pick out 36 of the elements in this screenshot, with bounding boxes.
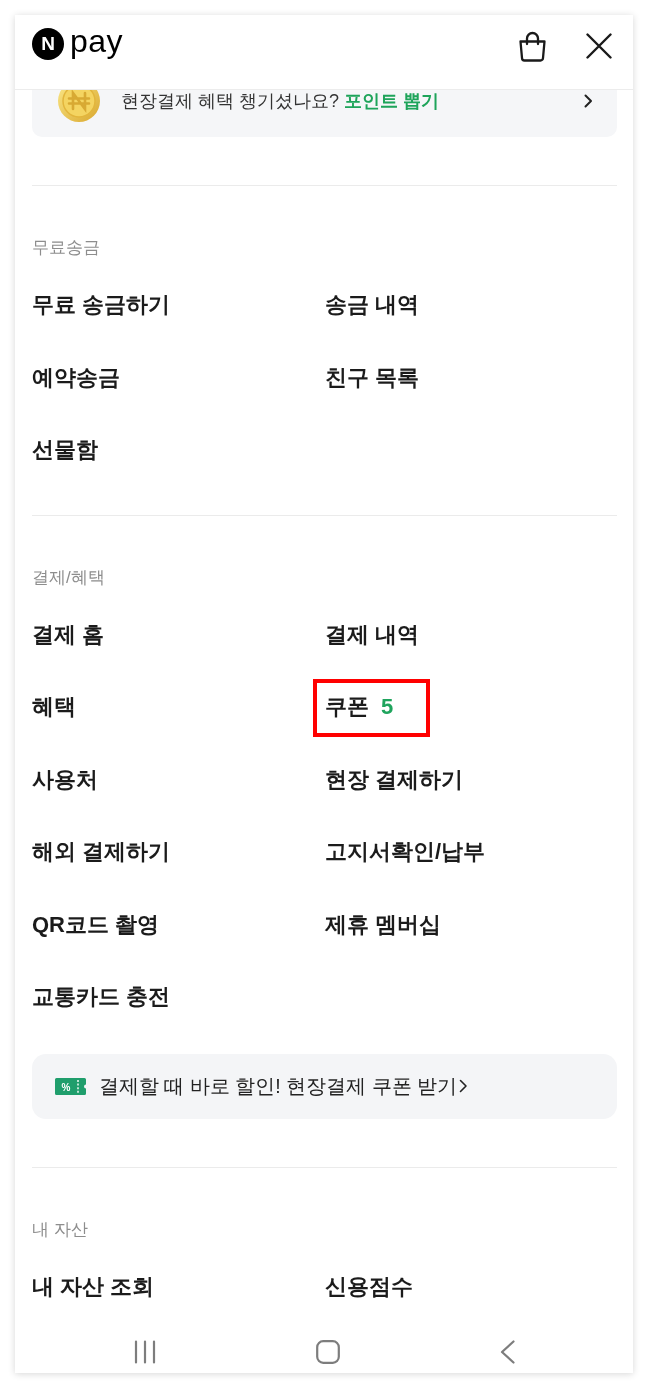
recent-apps-icon[interactable] — [133, 1340, 156, 1364]
menu-item[interactable]: QR코드 촬영 — [32, 910, 160, 939]
menu-item[interactable]: 고지서확인/납부 — [325, 838, 486, 867]
banner-text: 현장결제 혜택 챙기셨나요? 포인트 뽑기 — [121, 90, 441, 112]
menu-item[interactable]: 친구 목록 — [325, 363, 420, 392]
menu-item[interactable]: 사용처 — [32, 765, 98, 794]
menu-item[interactable]: 결제 홈 — [32, 620, 105, 649]
section-title: 무료송금 — [32, 237, 101, 259]
menu-item[interactable]: 교통카드 충전 — [32, 983, 171, 1012]
menu-item[interactable]: 현장 결제하기 — [325, 765, 464, 794]
menu-item[interactable]: 해외 결제하기 — [32, 838, 171, 867]
menu-item[interactable]: 예약송금 — [32, 363, 120, 392]
brand-logo: N pay — [32, 28, 124, 60]
menu-item[interactable]: 혜택 — [32, 693, 76, 722]
promo-text: 결제할 때 바로 할인! 현장결제 쿠폰 받기 — [99, 1074, 457, 1099]
shopping-bag-icon[interactable] — [517, 30, 548, 62]
home-icon[interactable] — [315, 1340, 340, 1364]
section-title: 내 자산 — [32, 1218, 89, 1241]
coupon-promo[interactable]: % 결제할 때 바로 할인! 현장결제 쿠폰 받기 — [32, 1053, 617, 1119]
back-icon[interactable] — [499, 1340, 515, 1364]
menu-item[interactable]: 무료 송금하기 — [32, 291, 171, 320]
coupon-ticket-icon: % — [55, 1077, 86, 1095]
menu-item[interactable]: 선물함 — [32, 436, 98, 465]
promo-banner[interactable]: 현장결제 혜택 챙기셨나요? 포인트 뽑기 — [32, 90, 617, 137]
close-icon[interactable] — [586, 33, 612, 59]
menu-item[interactable]: 내 자산 조회 — [32, 1272, 155, 1301]
menu-item[interactable]: 신용점수 — [325, 1272, 413, 1301]
menu-item[interactable]: 쿠폰 5 — [325, 693, 394, 722]
menu-item[interactable]: 결제 내역 — [325, 620, 420, 649]
chevron-right-icon — [458, 1079, 468, 1093]
menu-item[interactable]: 송금 내역 — [325, 291, 420, 320]
coin-icon — [57, 90, 101, 123]
section-title: 결제/혜택 — [32, 566, 106, 589]
item-count: 5 — [381, 694, 394, 720]
menu-item[interactable]: 제휴 멤버십 — [325, 910, 442, 939]
chevron-right-icon — [584, 94, 593, 108]
